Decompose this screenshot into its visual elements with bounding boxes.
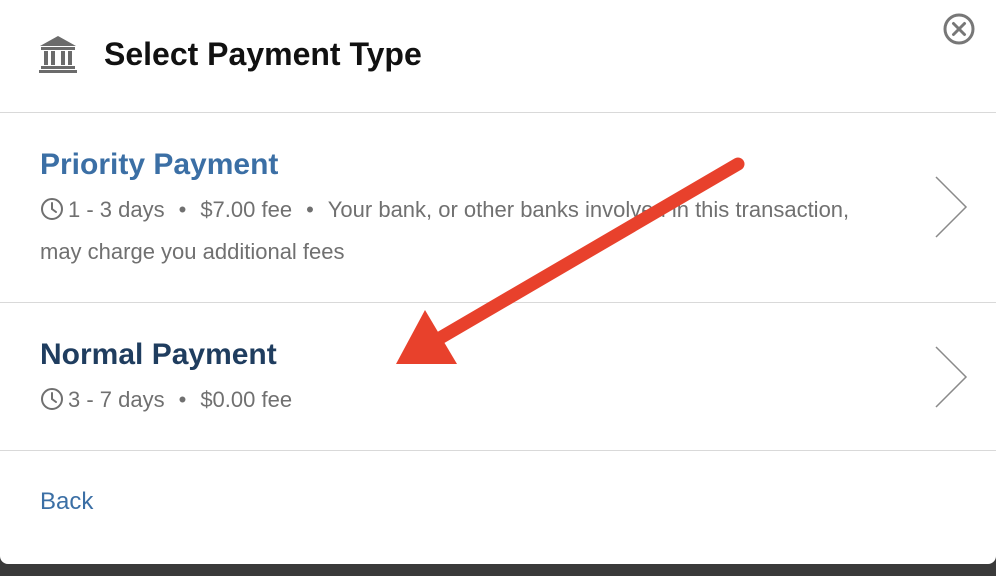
priority-payment-option[interactable]: Priority Payment 1 - 3 days • $7.00 fee • Yo…	[0, 113, 996, 303]
chevron-right-icon[interactable]	[932, 345, 970, 409]
option-title: Priority Payment	[40, 148, 279, 181]
payment-type-modal: Select Payment Type Priority Payment 1 -…	[0, 0, 996, 564]
normal-payment-option[interactable]: Normal Payment 3 - 7 days • $0.00 fee	[0, 303, 996, 451]
delivery-time: 1 - 3 days	[68, 197, 165, 222]
fee-amount: $7.00 fee	[200, 197, 293, 222]
clock-icon	[41, 388, 63, 410]
chevron-right-icon[interactable]	[932, 175, 970, 239]
option-details: 1 - 3 days • $7.00 fee • Your bank, or other…	[40, 189, 870, 273]
back-link[interactable]: Back	[40, 486, 93, 518]
modal-title: Select Payment Type	[104, 36, 422, 72]
option-title: Normal Payment	[40, 338, 277, 371]
fee-amount: $0.00 fee	[200, 387, 293, 412]
modal-header: Select Payment Type	[0, 0, 996, 113]
separator-dot: •	[178, 197, 187, 222]
separator-dot: •	[306, 197, 314, 222]
separator-dot: •	[178, 387, 187, 412]
bank-icon	[39, 36, 77, 73]
delivery-time: 3 - 7 days	[68, 387, 165, 412]
close-icon[interactable]	[942, 12, 976, 46]
option-details: 3 - 7 days • $0.00 fee	[40, 379, 870, 421]
clock-icon	[41, 198, 63, 220]
